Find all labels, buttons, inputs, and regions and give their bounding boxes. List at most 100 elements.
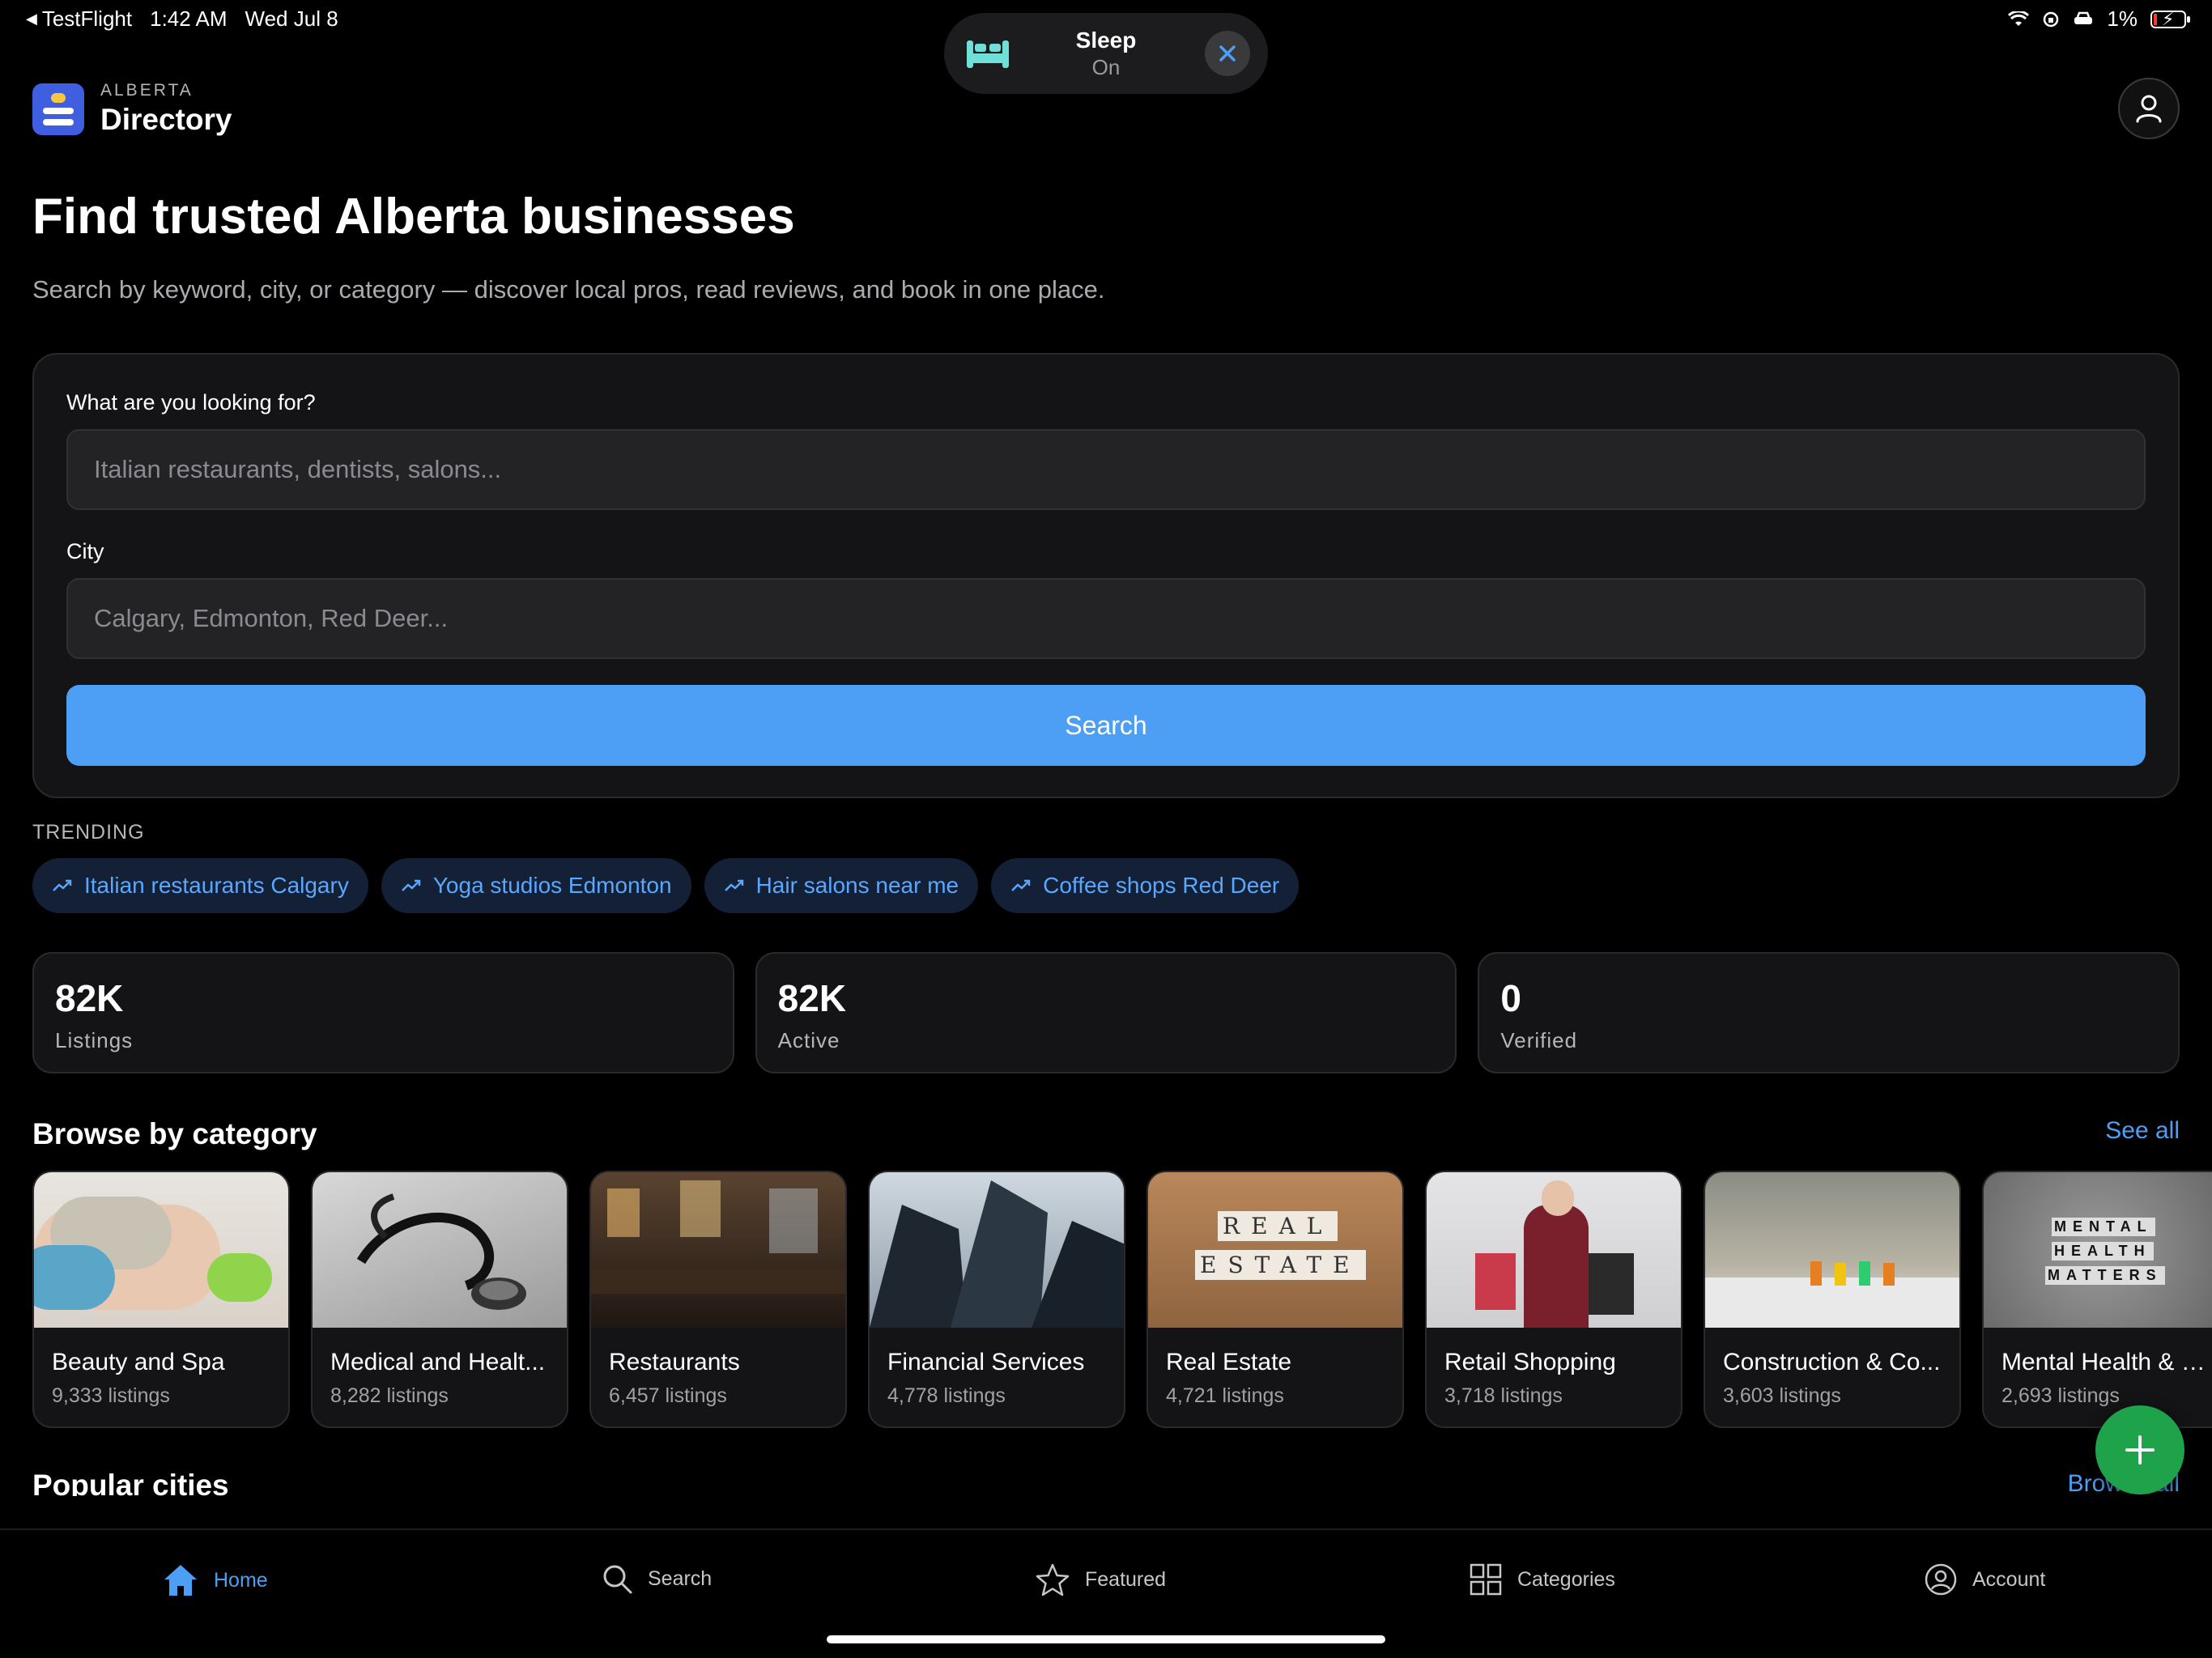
sleep-close-button[interactable] [1205, 31, 1250, 76]
user-icon [2136, 95, 2162, 123]
grid-icon [1470, 1563, 1502, 1596]
plus-icon [2125, 1435, 2155, 1465]
category-name: Mental Health & W... [2001, 1349, 2209, 1375]
home-indicator[interactable] [827, 1635, 1385, 1643]
orientation-lock-icon [2044, 11, 2059, 27]
category-card-mental-health[interactable]: MENTAL HEALTH MATTERS Mental Health & W.… [1982, 1171, 2212, 1428]
stats-row: 82K Listings 82K Active 0 Verified [32, 952, 2180, 1073]
trending-chip-label: Italian restaurants Calgary [84, 873, 349, 898]
see-all-link[interactable]: See all [2105, 1117, 2180, 1145]
add-listing-button[interactable] [2095, 1405, 2184, 1494]
page-subtitle: Search by keyword, city, or category — d… [32, 275, 1105, 304]
tile-text-health: HEALTH [2052, 1242, 2154, 1261]
back-arrow-icon: ◀ [26, 11, 37, 27]
tab-account[interactable]: Account [1924, 1562, 2045, 1596]
trending-up-icon [1011, 879, 1031, 891]
car-icon [2074, 11, 2093, 24]
category-card-restaurants[interactable]: Restaurants 6,457 listings [589, 1171, 847, 1428]
trending-chip-label: Yoga studios Edmonton [432, 873, 672, 898]
category-count: 9,333 listings [52, 1384, 170, 1407]
category-image-construction-site [1705, 1172, 1959, 1328]
battery-percent: 1% [2107, 6, 2138, 31]
popular-cities-title: Popular cities [32, 1469, 229, 1496]
tab-label: Home [214, 1568, 268, 1592]
stat-value: 82K [777, 977, 847, 1019]
tab-search[interactable]: Search [601, 1562, 712, 1595]
category-count: 2,693 listings [2001, 1384, 2120, 1407]
tab-categories[interactable]: Categories [1469, 1562, 1615, 1596]
trending-chip[interactable]: Coffee shops Red Deer [991, 858, 1300, 913]
category-image-skyscrapers [870, 1172, 1124, 1328]
tile-text-mental: MENTAL [2052, 1218, 2155, 1236]
trending-chip-label: Hair salons near me [755, 873, 959, 898]
category-count: 3,603 listings [1723, 1384, 1841, 1407]
star-icon [1036, 1563, 1070, 1596]
stat-card-listings: 82K Listings [32, 952, 734, 1073]
home-icon [164, 1565, 197, 1596]
category-name: Medical and Healt... [330, 1349, 546, 1375]
app-logo[interactable] [32, 83, 84, 135]
status-date: Wed Jul 8 [245, 6, 338, 31]
category-image-real-estate-tiles: REAL ESTATE [1148, 1172, 1402, 1328]
account-icon [1925, 1563, 1957, 1596]
category-card-beauty-spa[interactable]: Beauty and Spa 9,333 listings [32, 1171, 290, 1428]
category-name: Restaurants [609, 1349, 740, 1375]
stat-label: Verified [1500, 1028, 1578, 1052]
category-name: Construction & Co... [1723, 1349, 1941, 1375]
trending-chip[interactable]: Italian restaurants Calgary [32, 858, 368, 913]
trending-up-icon [724, 879, 743, 891]
stat-label: Active [777, 1028, 840, 1052]
category-card-medical[interactable]: Medical and Healt... 8,282 listings [311, 1171, 568, 1428]
stat-card-verified: 0 Verified [1478, 952, 2180, 1073]
battery-icon: ⚡ [2150, 9, 2190, 29]
tile-text-matters: MATTERS [2045, 1266, 2165, 1285]
trending-chips: Italian restaurants Calgary Yoga studios… [32, 858, 1300, 913]
category-count: 8,282 listings [330, 1384, 449, 1407]
category-carousel[interactable]: Beauty and Spa 9,333 listings Medical an… [32, 1171, 2212, 1428]
trending-chip[interactable]: Hair salons near me [704, 858, 979, 913]
category-card-real-estate[interactable]: REAL ESTATE Real Estate 4,721 listings [1146, 1171, 1404, 1428]
stat-value: 82K [55, 977, 124, 1019]
category-image-spa [34, 1172, 288, 1328]
tile-text-real: REAL [1218, 1211, 1338, 1241]
search-button[interactable]: Search [66, 685, 2146, 766]
trending-chip[interactable]: Yoga studios Edmonton [381, 858, 691, 913]
category-image-mental-health-tiles: MENTAL HEALTH MATTERS [1984, 1172, 2212, 1328]
stat-card-active: 82K Active [755, 952, 1457, 1073]
profile-button[interactable] [2118, 78, 2180, 139]
close-icon [1219, 45, 1236, 62]
page-title: Find trusted Alberta businesses [32, 189, 795, 244]
city-input[interactable] [66, 578, 2146, 659]
search-icon [603, 1565, 632, 1594]
category-count: 6,457 listings [609, 1384, 727, 1407]
category-card-retail[interactable]: Retail Shopping 3,718 listings [1425, 1171, 1682, 1428]
tab-featured[interactable]: Featured [1035, 1562, 1166, 1596]
what-search-input[interactable] [66, 429, 2146, 510]
category-card-construction[interactable]: Construction & Co... 3,603 listings [1704, 1171, 1961, 1428]
trending-up-icon [401, 879, 421, 891]
trending-up-icon [53, 879, 72, 891]
category-name: Retail Shopping [1444, 1349, 1616, 1375]
sleep-focus-banner[interactable]: Sleep On [944, 13, 1268, 94]
stat-value: 0 [1500, 977, 1521, 1019]
tab-label: Search [648, 1567, 713, 1590]
wifi-icon [2008, 11, 2030, 26]
category-count: 3,718 listings [1444, 1384, 1563, 1407]
category-card-financial[interactable]: Financial Services 4,778 listings [868, 1171, 1125, 1428]
tab-label: Account [1972, 1567, 2046, 1591]
what-label: What are you looking for? [66, 390, 316, 414]
category-image-restaurant [591, 1172, 845, 1328]
category-image-stethoscope [313, 1172, 567, 1328]
tab-home[interactable]: Home [162, 1562, 268, 1598]
status-time: 1:42 AM [150, 6, 228, 31]
back-to-app-link[interactable]: ◀ TestFlight [26, 6, 132, 32]
category-name: Beauty and Spa [52, 1349, 225, 1375]
trending-chip-label: Coffee shops Red Deer [1043, 873, 1280, 898]
back-app-label: TestFlight [41, 6, 133, 31]
stethoscope-icon [356, 1193, 526, 1310]
search-card: What are you looking for? City Search [32, 353, 2180, 798]
browse-category-title: Browse by category [32, 1117, 317, 1150]
category-image-shopping [1427, 1172, 1681, 1328]
category-count: 4,778 listings [887, 1384, 1006, 1407]
category-name: Real Estate [1166, 1349, 1292, 1375]
